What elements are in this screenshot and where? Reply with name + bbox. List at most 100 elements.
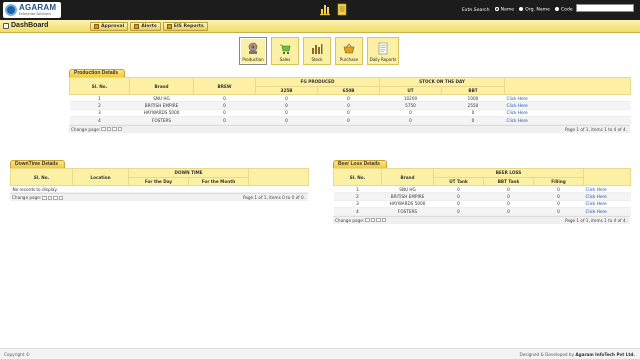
eis-reports-button[interactable]: EIS Reports xyxy=(162,22,208,31)
click-here-link[interactable]: Click Here xyxy=(504,116,631,125)
col-for-the-month: For the Month xyxy=(188,176,249,186)
cell-ut: 10200 xyxy=(379,94,442,103)
table-row: 2 BRITISH EMPIRE 0 0 0 5750 2550 Click H… xyxy=(69,101,631,110)
search-label: Extn.Search xyxy=(462,7,490,13)
no-records-message: No records to display. xyxy=(10,185,309,194)
alerts-button[interactable]: Alerts xyxy=(130,22,161,31)
click-here-link[interactable]: Click Here xyxy=(583,207,631,216)
next-page-button[interactable] xyxy=(376,217,381,223)
cell-sl: 1 xyxy=(69,94,130,103)
pager-info: Page 1 of 1, items 1 to 4 of 4. xyxy=(564,126,627,132)
footer: Copyright © Designed & Developed by Agar… xyxy=(0,348,640,359)
col-brew: BREW xyxy=(193,77,256,95)
pager-label: Change page: xyxy=(335,217,365,223)
tile-daily-reports[interactable]: Daily Reports xyxy=(367,37,399,65)
approval-button[interactable]: Approval xyxy=(90,22,129,31)
cell-sl: 1 xyxy=(333,185,382,194)
last-page-button[interactable] xyxy=(58,195,64,201)
company-logo[interactable]: AGARAM Enterprise Solutions xyxy=(3,2,61,18)
radio-org-name-dot[interactable] xyxy=(519,7,524,12)
bar-chart-icon[interactable] xyxy=(319,3,331,16)
logo-mark-icon xyxy=(5,4,17,16)
cell-650b: 0 xyxy=(317,109,380,118)
col-sl-no: Sl. No. xyxy=(10,168,73,186)
beer-loss-details-title: Beer Loss Details xyxy=(333,160,387,168)
radio-code[interactable]: Code xyxy=(554,7,573,13)
report-tiles: Production Sales Stock Purchase Daily Re… xyxy=(239,37,399,65)
cell-bbt-tank: 0 xyxy=(483,185,534,194)
downtime-details-panel: DownTime Details Sl. No. Location DOWN T… xyxy=(10,160,309,202)
prev-page-button[interactable] xyxy=(106,126,112,132)
col-325b: 325B xyxy=(255,85,318,95)
beer-loss-details-panel: Beer Loss Details Sl. No. Brand BEER LOS… xyxy=(333,160,631,224)
cell-bbt-tank: 0 xyxy=(483,192,534,201)
cell-ut-tank: 0 xyxy=(433,200,484,209)
prev-page-button[interactable] xyxy=(47,195,53,201)
first-page-button[interactable] xyxy=(101,126,106,132)
approval-icon xyxy=(94,24,99,29)
cell-sl: 2 xyxy=(69,101,130,110)
col-ut: UT xyxy=(379,85,442,95)
table-row: 4 FOSTERS 0 0 0 Click Here xyxy=(333,207,631,216)
table-row: 1 SNU HG 0 0 0 10200 1000 Click Here xyxy=(69,94,631,103)
cell-brand: SNU HG xyxy=(381,185,434,194)
col-filling: Filling xyxy=(533,176,584,186)
cell-brand: FOSTERS xyxy=(381,207,434,216)
tile-stock[interactable]: Stock xyxy=(303,37,331,65)
logo-name: AGARAM xyxy=(19,3,57,12)
click-here-link[interactable]: Click Here xyxy=(583,192,631,201)
basket-icon xyxy=(343,43,355,54)
col-down-time: DOWN TIME xyxy=(128,168,249,178)
pager-info: Page 1 of 1, items 0 to 0 of 0. xyxy=(242,195,305,201)
cell-sl: 4 xyxy=(69,116,130,125)
first-page-button[interactable] xyxy=(365,217,370,223)
click-here-link[interactable]: Click Here xyxy=(504,94,631,103)
tile-production[interactable]: Production xyxy=(239,37,267,65)
first-page-button[interactable] xyxy=(42,195,47,201)
table-row: 4 FOSTERS 0 0 0 0 0 Click Here xyxy=(69,116,631,125)
cell-bbt: 0 xyxy=(441,116,505,125)
col-650b: 650B xyxy=(317,85,380,95)
prev-page-button[interactable] xyxy=(370,217,376,223)
cell-sl: 3 xyxy=(333,200,382,209)
downtime-table: Sl. No. Location DOWN TIME For the Day F… xyxy=(10,168,309,194)
cell-brew: 0 xyxy=(193,101,256,110)
company-name: Agaram InfoTech Pvt Ltd. xyxy=(575,352,635,357)
radio-name[interactable]: Name xyxy=(494,7,514,13)
cell-650b: 0 xyxy=(317,101,380,110)
cell-ut: 5750 xyxy=(379,101,442,110)
pager-label: Change page: xyxy=(71,126,101,132)
col-action xyxy=(248,168,309,186)
tile-purchase[interactable]: Purchase xyxy=(335,37,363,65)
table-row: 2 BRITISH EMPIRE 0 0 0 Click Here xyxy=(333,192,631,201)
cell-bbt-tank: 0 xyxy=(483,207,534,216)
document-icon[interactable] xyxy=(336,3,348,16)
click-here-link[interactable]: Click Here xyxy=(504,101,631,110)
radio-name-dot[interactable] xyxy=(494,7,499,12)
radio-code-dot[interactable] xyxy=(554,7,559,12)
cell-325b: 0 xyxy=(255,101,318,110)
cell-brand: FOSTERS xyxy=(129,116,194,125)
cell-ut-tank: 0 xyxy=(433,192,484,201)
next-page-button[interactable] xyxy=(53,195,58,201)
search-input[interactable] xyxy=(577,5,633,11)
cell-bbt: 0 xyxy=(441,109,505,118)
report-sheet-icon xyxy=(378,42,388,55)
cell-brew: 0 xyxy=(193,109,256,118)
table-row: 3 HAYWARDS 5000 0 0 0 Click Here xyxy=(333,200,631,209)
dashboard-title[interactable]: DashBoard xyxy=(3,22,48,29)
beer-loss-table: Sl. No. Brand BEER LOSS UT Tank BBT Tank… xyxy=(333,168,631,216)
cell-sl: 3 xyxy=(69,109,130,118)
next-page-button[interactable] xyxy=(112,126,117,132)
click-here-link[interactable]: Click Here xyxy=(583,185,631,194)
tile-sales[interactable]: Sales xyxy=(271,37,299,65)
col-brand: Brand xyxy=(381,168,434,186)
col-action xyxy=(504,77,632,95)
click-here-link[interactable]: Click Here xyxy=(504,109,631,118)
radio-org-name[interactable]: Org. Name xyxy=(519,7,550,13)
last-page-button[interactable] xyxy=(381,217,387,223)
last-page-button[interactable] xyxy=(117,126,123,132)
click-here-link[interactable]: Click Here xyxy=(583,200,631,209)
pager-info: Page 1 of 1, items 1 to 4 of 4. xyxy=(564,217,627,223)
credits: Designed & Developed by Agaram InfoTech … xyxy=(520,352,636,357)
